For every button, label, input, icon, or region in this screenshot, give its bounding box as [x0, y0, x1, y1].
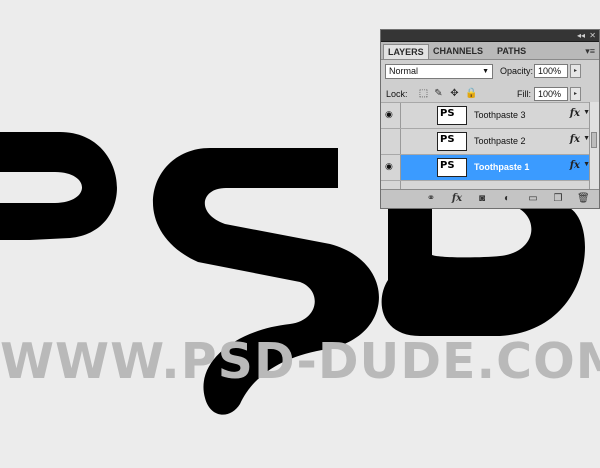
link-layers-icon[interactable]: ⚭ — [425, 193, 437, 205]
eye-icon: ◉ — [385, 109, 393, 119]
opacity-input[interactable]: 100% — [534, 64, 568, 78]
fill-label: Fill: — [517, 89, 531, 99]
collapse-icon[interactable]: ◂◂ — [577, 30, 585, 41]
delete-layer-icon[interactable]: 🗑 — [577, 193, 590, 205]
fill-input[interactable]: 100% — [534, 87, 568, 101]
layer-thumbnail: PS — [437, 158, 467, 177]
add-mask-icon[interactable]: ◙ — [476, 193, 488, 205]
letter-d-shape — [381, 205, 585, 336]
layer-effects-icon[interactable]: fx — [570, 160, 580, 171]
layer-row[interactable]: ◉ PS Toothpaste 2 fx ▼ — [381, 128, 592, 154]
opacity-slider-button[interactable]: ▸ — [570, 64, 581, 78]
letter-p-shape — [0, 132, 117, 240]
panel-menu-icon[interactable]: ▾≡ — [585, 46, 595, 57]
adjustment-layer-icon[interactable]: ◐ — [501, 193, 513, 205]
layer-thumbnail: PS — [437, 106, 467, 125]
blend-mode-value: Normal — [389, 66, 419, 76]
layer-effects-icon[interactable]: fx — [570, 108, 580, 119]
dropdown-arrow-icon: ▼ — [482, 68, 489, 75]
eye-icon: ◉ — [385, 161, 393, 171]
layer-row[interactable]: ◉ PS Toothpaste 3 fx ▼ — [381, 102, 592, 128]
layer-name[interactable]: Toothpaste 1 — [474, 162, 529, 172]
panel-titlebar[interactable]: ◂◂ ✕ — [381, 30, 599, 42]
panel-tabs: LAYERS CHANNELS PATHS ▾≡ — [381, 42, 599, 60]
tab-layers[interactable]: LAYERS — [383, 44, 429, 59]
layer-thumbnail: PS — [437, 132, 467, 151]
panel-bottom-toolbar: ⚭ fx ◙ ◐ ▭ ❐ 🗑 — [381, 189, 599, 208]
visibility-toggle[interactable]: ◉ — [381, 129, 401, 154]
layers-scrollbar[interactable] — [589, 102, 599, 190]
layer-name[interactable]: Toothpaste 2 — [474, 136, 526, 146]
lock-label: Lock: — [386, 89, 408, 99]
layer-row-selected[interactable]: ◉ PS Toothpaste 1 fx ▼ — [381, 154, 592, 180]
new-layer-icon[interactable]: ❐ — [552, 193, 564, 205]
lock-image-brush-icon[interactable]: ✎ — [433, 88, 444, 99]
opacity-label: Opacity: — [500, 66, 534, 76]
tab-paths[interactable]: PATHS — [493, 44, 530, 59]
layer-effects-icon[interactable]: fx — [570, 134, 580, 145]
lock-all-icon[interactable]: 🔒 — [465, 88, 477, 99]
tab-channels[interactable]: CHANNELS — [429, 44, 487, 59]
layers-panel: ◂◂ ✕ LAYERS CHANNELS PATHS ▾≡ Normal ▼ O… — [380, 29, 600, 209]
layer-name[interactable]: Toothpaste 3 — [474, 110, 526, 120]
fill-slider-button[interactable]: ▸ — [570, 87, 581, 101]
lock-transparent-icon[interactable]: ⬚ — [418, 88, 429, 99]
lock-position-icon[interactable]: ✥ — [449, 88, 460, 99]
watermark-text: WWW.PSD-DUDE.COM — [0, 333, 600, 390]
visibility-toggle[interactable]: ◉ — [381, 155, 401, 180]
close-icon[interactable]: ✕ — [589, 30, 596, 41]
blend-mode-select[interactable]: Normal ▼ — [385, 64, 493, 79]
new-group-icon[interactable]: ▭ — [527, 193, 539, 205]
scrollbar-thumb[interactable] — [591, 132, 597, 148]
visibility-toggle[interactable]: ◉ — [381, 103, 401, 128]
add-layer-style-icon[interactable]: fx — [451, 193, 463, 205]
